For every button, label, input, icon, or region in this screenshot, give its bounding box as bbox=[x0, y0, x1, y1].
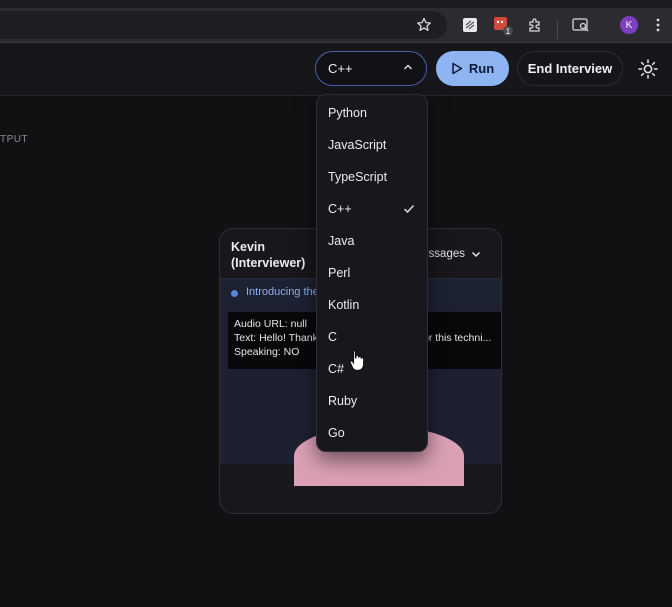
language-option-cpp[interactable]: C++ bbox=[317, 193, 427, 225]
language-option-c[interactable]: C bbox=[317, 321, 427, 353]
browser-tab-strip bbox=[0, 0, 672, 8]
option-label: C++ bbox=[328, 202, 352, 216]
address-bar[interactable] bbox=[0, 11, 447, 39]
end-interview-button[interactable]: End Interview bbox=[517, 51, 623, 86]
language-option-javascript[interactable]: JavaScript bbox=[317, 129, 427, 161]
extensions-puzzle-icon[interactable] bbox=[525, 15, 545, 35]
end-interview-label: End Interview bbox=[527, 61, 613, 76]
status-dot bbox=[231, 290, 238, 297]
option-label: Ruby bbox=[328, 394, 358, 408]
bookmark-star-icon[interactable] bbox=[414, 15, 434, 35]
extension-badge-icon[interactable]: 1 bbox=[492, 15, 513, 36]
language-select[interactable]: C++ bbox=[315, 51, 427, 86]
debug-text-tail: or this techni... bbox=[423, 332, 492, 344]
language-option-typescript[interactable]: TypeScript bbox=[317, 161, 427, 193]
profile-avatar[interactable]: K bbox=[620, 16, 638, 34]
browser-menu-icon[interactable] bbox=[648, 15, 668, 35]
language-option-perl[interactable]: Perl bbox=[317, 257, 427, 289]
language-select-value: C++ bbox=[328, 61, 353, 76]
play-icon bbox=[452, 62, 463, 75]
language-option-go[interactable]: Go bbox=[317, 417, 427, 449]
status-text: Introducing the bbox=[246, 286, 319, 298]
browser-toolbar: 1 K bbox=[0, 8, 672, 43]
option-label: Java bbox=[328, 234, 355, 248]
option-label: Kotlin bbox=[328, 298, 360, 312]
option-label: C# bbox=[328, 362, 344, 376]
language-option-csharp[interactable]: C# bbox=[317, 353, 427, 385]
option-label: Python bbox=[328, 106, 367, 120]
extension-notes-icon[interactable] bbox=[460, 15, 480, 35]
option-label: Go bbox=[328, 426, 345, 440]
toolbar-divider bbox=[557, 21, 558, 39]
app-header: C++ Run End Interview bbox=[0, 43, 672, 96]
language-option-kotlin[interactable]: Kotlin bbox=[317, 289, 427, 321]
tab-search-icon[interactable] bbox=[571, 15, 591, 35]
option-label: Perl bbox=[328, 266, 351, 280]
output-panel-label: TPUT bbox=[0, 134, 29, 145]
sun-icon[interactable] bbox=[637, 58, 659, 80]
messages-label: essages bbox=[422, 248, 465, 260]
check-icon bbox=[403, 203, 415, 217]
option-label: TypeScript bbox=[328, 170, 388, 184]
run-button-label: Run bbox=[468, 61, 495, 76]
option-label: JavaScript bbox=[328, 138, 387, 152]
run-button[interactable]: Run bbox=[436, 51, 509, 86]
hand-cursor-icon bbox=[349, 349, 365, 371]
extension-badge-count: 1 bbox=[503, 26, 513, 36]
chevron-up-icon bbox=[402, 61, 414, 76]
language-menu: Python JavaScript TypeScript C++ Java Pe… bbox=[316, 94, 428, 452]
messages-dropdown[interactable]: essages bbox=[422, 248, 481, 260]
option-label: C bbox=[328, 330, 338, 344]
language-option-java[interactable]: Java bbox=[317, 225, 427, 257]
language-option-ruby[interactable]: Ruby bbox=[317, 385, 427, 417]
chevron-down-icon bbox=[471, 251, 481, 258]
language-option-python[interactable]: Python bbox=[317, 97, 427, 129]
